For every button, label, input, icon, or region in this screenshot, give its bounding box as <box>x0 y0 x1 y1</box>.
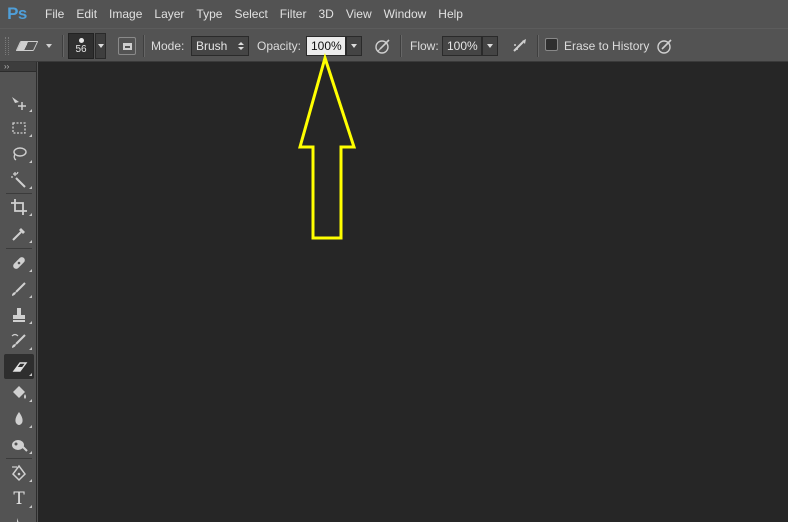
menu-type[interactable]: Type <box>190 0 228 28</box>
toolbox-collapse-button[interactable]: ›› <box>0 62 36 72</box>
toolbox-panel: ›› T <box>0 62 37 522</box>
menu-select[interactable]: Select <box>228 0 273 28</box>
divider <box>143 35 144 57</box>
updown-arrows-icon <box>238 42 244 50</box>
menu-window[interactable]: Window <box>378 0 433 28</box>
eraser-icon <box>15 41 39 51</box>
lasso-icon <box>13 146 27 161</box>
brush-panel-icon <box>122 42 132 50</box>
history-brush-icon <box>11 333 26 348</box>
erase-to-history-checkbox[interactable] <box>545 38 558 51</box>
airbrush-icon <box>513 39 526 52</box>
eraser-icon <box>12 361 28 372</box>
menu-view[interactable]: View <box>340 0 378 28</box>
divider <box>6 248 32 249</box>
divider <box>537 35 538 57</box>
healing-brush-tool[interactable] <box>4 250 34 275</box>
mode-label: Mode: <box>151 39 185 53</box>
crop-tool[interactable] <box>4 194 34 219</box>
flow-label: Flow: <box>410 39 439 53</box>
size-pressure-button[interactable] <box>656 37 674 55</box>
bandage-icon <box>13 256 25 269</box>
paint-bucket-tool[interactable] <box>4 380 34 405</box>
divider <box>400 35 401 57</box>
brush-preset-picker[interactable]: 56 <box>68 33 94 59</box>
options-bar: 56 Mode: Brush Opacity: 100% Flow: 100% <box>0 28 788 62</box>
path-selection-tool[interactable] <box>4 510 34 522</box>
type-tool[interactable]: T <box>4 486 34 511</box>
menu-edit[interactable]: Edit <box>70 0 103 28</box>
history-brush-tool[interactable] <box>4 328 34 353</box>
chevron-down-icon <box>351 44 357 48</box>
options-bar-grip[interactable] <box>5 37 9 55</box>
opacity-field[interactable]: 100% <box>306 36 346 56</box>
photoshop-logo: Ps <box>7 4 27 23</box>
opacity-slider-dropdown[interactable] <box>346 36 362 56</box>
flow-slider-dropdown[interactable] <box>482 36 498 56</box>
pen-tool[interactable] <box>4 460 34 485</box>
mode-select[interactable]: Brush <box>191 36 249 56</box>
blur-drop-icon <box>15 411 23 425</box>
chevron-down-icon <box>97 44 104 48</box>
toggle-brush-panel-button[interactable] <box>118 37 136 55</box>
menu-3d[interactable]: 3D <box>312 0 339 28</box>
menu-help[interactable]: Help <box>432 0 469 28</box>
opacity-pressure-button[interactable] <box>374 37 392 55</box>
chevron-down-icon <box>487 44 493 48</box>
rect-marquee-icon <box>12 121 26 134</box>
marquee-tool[interactable] <box>4 115 34 140</box>
eraser-tool[interactable] <box>4 354 34 379</box>
paint-bucket-icon <box>13 385 26 399</box>
move-icon <box>12 96 26 110</box>
mode-value: Brush <box>196 39 228 53</box>
brush-picker-dropdown[interactable] <box>95 33 106 59</box>
menu-image[interactable]: Image <box>103 0 148 28</box>
brush-size-value: 56 <box>75 43 87 55</box>
menu-layer[interactable]: Layer <box>148 0 190 28</box>
menu-file[interactable]: File <box>39 0 70 28</box>
stamp-icon <box>13 307 25 322</box>
pressure-pen-icon <box>657 39 672 54</box>
pressure-pen-icon <box>375 39 390 54</box>
pen-icon <box>12 464 26 481</box>
dodge-tool[interactable] <box>4 432 34 457</box>
lasso-tool[interactable] <box>4 141 34 166</box>
dodge-icon <box>12 439 28 452</box>
eyedropper-tool[interactable] <box>4 221 34 246</box>
crop-icon <box>11 198 27 215</box>
magic-wand-tool[interactable] <box>4 167 34 192</box>
airbrush-button[interactable] <box>511 37 529 55</box>
divider <box>6 458 32 459</box>
clone-stamp-tool[interactable] <box>4 302 34 327</box>
opacity-label: Opacity: <box>257 39 302 53</box>
brush-tip-icon <box>78 37 84 43</box>
chevron-down-icon <box>46 44 52 48</box>
menu-filter[interactable]: Filter <box>274 0 313 28</box>
erase-to-history-label: Erase to History <box>564 39 650 53</box>
magic-wand-icon <box>11 171 26 188</box>
path-select-icon <box>17 517 19 522</box>
flow-field[interactable]: 100% <box>442 36 482 56</box>
document-canvas[interactable] <box>38 62 788 522</box>
eyedropper-icon <box>12 227 25 241</box>
blur-tool[interactable] <box>4 406 34 431</box>
brush-icon <box>12 281 26 296</box>
brush-tool[interactable] <box>4 276 34 301</box>
type-icon: T <box>13 488 25 509</box>
divider <box>62 35 63 57</box>
move-tool[interactable] <box>4 90 34 115</box>
tool-preset-picker[interactable] <box>15 35 58 57</box>
menu-bar: Ps File Edit Image Layer Type Select Fil… <box>0 0 788 28</box>
